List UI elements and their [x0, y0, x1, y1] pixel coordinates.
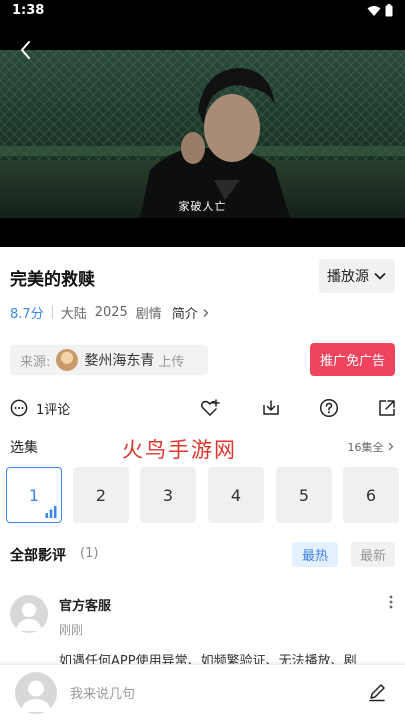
episode-number: 6: [365, 485, 377, 505]
share-action[interactable]: [377, 396, 397, 420]
question-icon: [319, 398, 339, 418]
watermark-text: 火鸟手游网: [122, 438, 237, 462]
play-source-label: 播放源: [327, 269, 369, 285]
comment-icon: [10, 399, 28, 417]
favorite-action[interactable]: [200, 396, 220, 420]
promo-ad-free-button[interactable]: 推广免广告: [310, 343, 395, 376]
chevron-down-icon: [374, 272, 386, 280]
intro-label: 简介: [171, 307, 198, 322]
uploader-name: 婺州海东青: [84, 353, 155, 369]
comment-input-bar: 我来说几句: [0, 664, 405, 720]
video-figure: [140, 68, 290, 218]
download-action[interactable]: [261, 396, 281, 420]
episode-item[interactable]: 6: [343, 467, 399, 523]
play-source-button[interactable]: 播放源: [319, 259, 395, 293]
score: 8.7分: [10, 307, 44, 322]
uploader-suffix: 上传: [158, 354, 185, 370]
comment-input[interactable]: 我来说几句: [70, 683, 135, 702]
genre: 剧情: [135, 307, 162, 322]
episode-number: 2: [95, 485, 107, 505]
uploader-prefix: 来源:: [20, 354, 51, 370]
episode-number: 1: [28, 485, 40, 505]
more-vertical-icon[interactable]: [387, 594, 395, 610]
episode-item[interactable]: 4: [208, 467, 264, 523]
download-icon: [263, 400, 279, 415]
comment-count: 1评论: [36, 402, 71, 418]
chevron-right-icon: [388, 442, 394, 451]
episode-item[interactable]: 1: [6, 467, 62, 523]
region: 大陆: [60, 307, 87, 322]
episode-number: 5: [298, 485, 310, 505]
episode-item[interactable]: 3: [140, 467, 196, 523]
meta-row: 8.7分 大陆 2025 剧情 简介: [10, 303, 210, 322]
battery-icon: [385, 4, 393, 17]
status-icons: [367, 4, 393, 17]
comments-action[interactable]: 1评论: [10, 396, 70, 420]
reviews-count: (1): [80, 546, 99, 561]
sort-hot-button[interactable]: 最热: [292, 542, 338, 567]
share-icon: [379, 400, 395, 416]
playing-bars-icon: [45, 506, 57, 518]
video-subtitle: 家破人亡: [178, 200, 227, 213]
wifi-icon: [367, 5, 381, 16]
episode-item[interactable]: 2: [73, 467, 129, 523]
meta-divider: [51, 306, 53, 319]
uploader-avatar: [56, 349, 79, 371]
intro-link[interactable]: 简介: [172, 303, 210, 322]
video-frame[interactable]: [0, 50, 405, 218]
reviews-title: 全部影评: [10, 548, 66, 564]
episode-list: 1 2 3 4 5 6: [6, 467, 400, 523]
episodes-label: 选集: [10, 440, 38, 456]
episode-item[interactable]: 5: [276, 467, 332, 523]
episode-number: 3: [162, 485, 174, 505]
back-arrow-icon[interactable]: [14, 38, 38, 62]
status-time: 1:38: [12, 3, 45, 18]
comment-time: 刚刚: [59, 623, 84, 637]
status-bar: 1:38: [0, 0, 405, 22]
help-action[interactable]: [319, 396, 339, 420]
user-icon: [21, 680, 51, 712]
chevron-right-icon: [203, 309, 209, 317]
edit-pencil-icon[interactable]: [367, 682, 387, 702]
video-player[interactable]: 家破人亡 1:38: [0, 0, 405, 247]
page-title: 完美的救赎: [10, 270, 95, 290]
user-icon: [16, 603, 42, 631]
heart-plus-icon: [201, 399, 220, 416]
episodes-total: 16集全: [347, 441, 384, 454]
comment-avatar[interactable]: [10, 595, 48, 633]
comment-author: 官方客服: [59, 599, 112, 614]
episode-number: 4: [230, 485, 242, 505]
year: 2025: [94, 305, 128, 320]
episodes-total-link[interactable]: 16集全: [348, 439, 396, 455]
action-row: 1评论: [0, 396, 405, 420]
sort-new-button[interactable]: 最新: [351, 542, 395, 567]
uploader-chip[interactable]: 来源: 婺州海东青 上传: [10, 345, 208, 375]
app-screen: 家破人亡 1:38 完美的救赎 播放源 8.7分 大陆 2025 剧情 简介 来…: [0, 0, 405, 720]
my-avatar: [15, 672, 57, 714]
